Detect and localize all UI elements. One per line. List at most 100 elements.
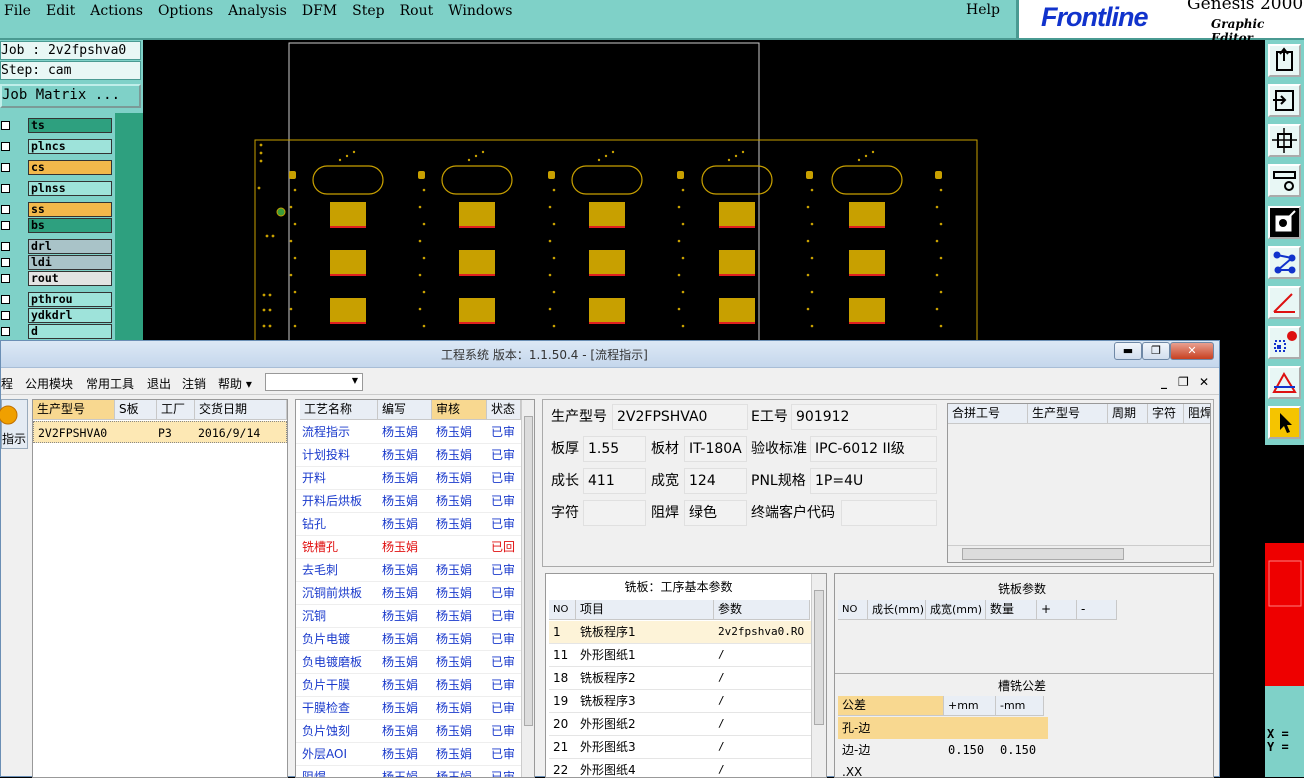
layer-checkbox[interactable]: [1, 121, 10, 130]
mp-col-qty[interactable]: 数量: [986, 600, 1037, 620]
maximize-button[interactable]: ❐: [1142, 342, 1170, 360]
mp-col-minus[interactable]: -: [1077, 600, 1117, 620]
mb-col-no[interactable]: NO: [549, 600, 576, 620]
cust-field[interactable]: [841, 500, 937, 526]
col-delivery[interactable]: 交货日期: [195, 400, 287, 420]
layer-row-drl[interactable]: drl: [0, 239, 114, 254]
process-row[interactable]: 钻孔 杨玉娟 杨玉娟 已审: [296, 513, 522, 536]
menu-file[interactable]: File: [0, 0, 42, 22]
std-field[interactable]: IPC-6012 II级: [810, 436, 937, 462]
mill-basic-row[interactable]: 21 外形图纸3 /: [549, 736, 811, 759]
mill-basic-row[interactable]: 18 铣板程序2 /: [549, 667, 811, 690]
menu-help[interactable]: Help: [966, 2, 1000, 18]
layer-checkbox[interactable]: [1, 311, 10, 320]
mdi-close-button[interactable]: ✕: [1199, 375, 1209, 389]
layer-row-plncs[interactable]: plncs: [0, 139, 114, 154]
merge-scroll-thumb[interactable]: [962, 548, 1124, 560]
layer-row-d[interactable]: d: [0, 324, 114, 339]
mask-field[interactable]: 绿色: [684, 500, 747, 526]
layer-checkbox[interactable]: [1, 184, 10, 193]
slot-tol-row[interactable]: 边-边 0.150 0.150: [838, 739, 1048, 761]
col-sboard[interactable]: S板: [115, 400, 157, 420]
process-row[interactable]: 开料后烘板 杨玉娟 杨玉娟 已审: [296, 490, 522, 513]
mp-col-wid[interactable]: 成宽(mm): [926, 600, 986, 620]
col-process[interactable]: 工艺名称: [300, 400, 378, 420]
eno-field[interactable]: 901912: [791, 404, 937, 430]
fit-icon[interactable]: [1268, 124, 1301, 157]
menu-actions[interactable]: Actions: [86, 0, 154, 22]
menu-tools[interactable]: 常用工具: [86, 375, 134, 392]
menu-help[interactable]: 帮助 ▾: [218, 375, 252, 392]
process-row[interactable]: 流程指示 杨玉娟 杨玉娟 已审: [296, 421, 522, 444]
model-field[interactable]: 2V2FPSHVA0: [612, 404, 748, 430]
process-row[interactable]: 去毛刺 杨玉娟 杨玉娟 已审: [296, 559, 522, 582]
mill-basic-row[interactable]: 19 铣板程序3 /: [549, 690, 811, 713]
layer-checkbox[interactable]: [1, 242, 10, 251]
job-row[interactable]: 2V2FPSHVA0 P3 2016/9/14: [33, 421, 287, 443]
merge-col-cycle[interactable]: 周期: [1108, 404, 1148, 424]
menu-step[interactable]: Step: [348, 0, 395, 22]
process-row[interactable]: 沉铜前烘板 杨玉娟 杨玉娟 已审: [296, 582, 522, 605]
pnl-field[interactable]: 1P=4U: [810, 468, 937, 494]
process-row[interactable]: 阻焊 杨玉娟 杨玉娟 已审: [296, 766, 522, 777]
menu-analysis[interactable]: Analysis: [224, 0, 298, 22]
col-reviewer[interactable]: 审核: [432, 400, 487, 420]
thick-field[interactable]: 1.55: [583, 436, 646, 462]
menu-options[interactable]: Options: [154, 0, 224, 22]
pointer-icon[interactable]: [1268, 406, 1301, 439]
side-nav-button[interactable]: 指示: [0, 399, 28, 449]
merge-col-char[interactable]: 字符: [1148, 404, 1184, 424]
layer-row-pthrou[interactable]: pthrou: [0, 292, 114, 307]
mdi-minimize-button[interactable]: _: [1161, 375, 1167, 389]
angle-icon[interactable]: [1268, 286, 1301, 319]
process-row[interactable]: 计划投料 杨玉娟 杨玉娟 已审: [296, 444, 522, 467]
layer-checkbox[interactable]: [1, 274, 10, 283]
menu-logout[interactable]: 注销: [182, 375, 206, 392]
network-icon[interactable]: [1268, 246, 1301, 279]
layer-row-ydkdrl[interactable]: ydkdrl: [0, 308, 114, 323]
layer-row-plnss[interactable]: plnss: [0, 181, 114, 196]
mp-col-plus[interactable]: +: [1037, 600, 1077, 620]
mill-basic-scrollbar[interactable]: [811, 574, 826, 777]
mill-basic-row[interactable]: 11 外形图纸1 /: [549, 644, 811, 667]
process-row[interactable]: 开料 杨玉娟 杨玉娟 已审: [296, 467, 522, 490]
menu-windows[interactable]: Windows: [444, 0, 523, 22]
process-row[interactable]: 铣槽孔 杨玉娟 已回: [296, 536, 522, 559]
layer-checkbox[interactable]: [1, 258, 10, 267]
menu-rout[interactable]: Rout: [396, 0, 445, 22]
merge-col-mask[interactable]: 阻焊: [1184, 404, 1210, 424]
select-area-icon[interactable]: [1268, 326, 1301, 359]
process-scrollbar[interactable]: [521, 400, 534, 777]
mp-col-len[interactable]: 成长(mm): [868, 600, 926, 620]
triangle-icon[interactable]: [1268, 366, 1301, 399]
mdi-restore-button[interactable]: ❐: [1178, 375, 1189, 389]
layer-checkbox[interactable]: [1, 205, 10, 214]
mill-basic-row[interactable]: 1 铣板程序1 2v2fpshva0.RO: [549, 621, 811, 644]
col-status[interactable]: 状态: [487, 400, 521, 420]
merge-col-job[interactable]: 合拼工号: [948, 404, 1028, 424]
close-button[interactable]: ✕: [1170, 342, 1214, 360]
layer-row-ldi[interactable]: ldi: [0, 255, 114, 270]
layer-checkbox[interactable]: [1, 163, 10, 172]
menu-exit[interactable]: 退出: [147, 375, 171, 392]
process-row[interactable]: 负片电镀 杨玉娟 杨玉娟 已审: [296, 628, 522, 651]
layer-checkbox[interactable]: [1, 295, 10, 304]
wid-field[interactable]: 124: [684, 468, 747, 494]
process-row[interactable]: 负片干膜 杨玉娟 杨玉娟 已审: [296, 674, 522, 697]
snap-icon[interactable]: [1268, 206, 1301, 239]
len-field[interactable]: 411: [583, 468, 646, 494]
layer-row-rout[interactable]: rout: [0, 271, 114, 286]
clipboard-icon[interactable]: [1268, 44, 1301, 77]
mill-basic-row[interactable]: 22 外形图纸4 /: [549, 759, 811, 777]
st-col-tol[interactable]: 公差: [838, 696, 944, 716]
mp-col-no[interactable]: NO: [838, 600, 868, 620]
layer-row-ss[interactable]: ss: [0, 202, 114, 217]
mill-basic-row[interactable]: 20 外形图纸2 /: [549, 713, 811, 736]
process-scroll-thumb[interactable]: [524, 416, 533, 726]
layer-row-ts[interactable]: ts: [0, 118, 114, 133]
menu-edit[interactable]: Edit: [42, 0, 86, 22]
slot-tol-row[interactable]: 孔-边: [838, 717, 1048, 739]
layer-checkbox[interactable]: [1, 142, 10, 151]
process-row[interactable]: 沉铜 杨玉娟 杨玉娟 已审: [296, 605, 522, 628]
slot-tol-row[interactable]: .XX: [838, 761, 1048, 777]
